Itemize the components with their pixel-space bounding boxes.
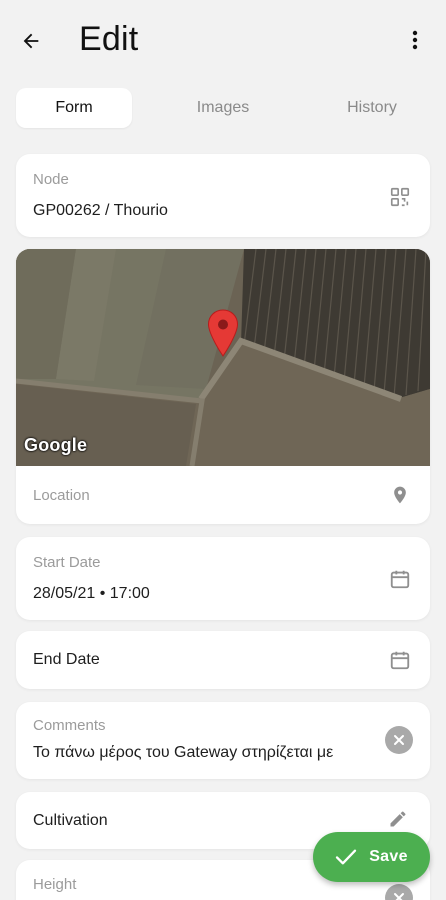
edit-pencil-icon[interactable] xyxy=(386,807,410,831)
clear-comments-button[interactable] xyxy=(385,726,413,754)
arrow-back-icon xyxy=(23,33,39,49)
clear-icon xyxy=(385,884,413,900)
save-label: Save xyxy=(369,848,408,865)
cultivation-label: Cultivation xyxy=(33,812,108,829)
end-date-label: End Date xyxy=(33,651,100,668)
check-icon xyxy=(336,849,357,865)
save-button[interactable]: Save xyxy=(313,832,430,882)
calendar-icon[interactable] xyxy=(388,648,412,672)
end-date-field[interactable]: End Date xyxy=(16,631,430,689)
clear-icon xyxy=(385,726,413,754)
tab-images[interactable]: Images xyxy=(165,88,281,128)
comments-value: Το πάνω μέρος του Gateway στηρίζεται με xyxy=(33,744,334,761)
calendar-icon[interactable] xyxy=(388,567,412,591)
clear-height-button[interactable] xyxy=(385,884,413,900)
node-value: GP00262 / Thourio xyxy=(33,202,168,219)
location-card: Google Location xyxy=(16,249,430,524)
back-button[interactable] xyxy=(16,26,46,56)
location-label: Location xyxy=(33,487,90,504)
more-options-button[interactable] xyxy=(403,27,427,53)
comments-label: Comments xyxy=(33,717,106,734)
page-title: Edit xyxy=(79,20,139,58)
map-pin-icon[interactable] xyxy=(207,309,239,357)
node-label: Node xyxy=(33,171,69,188)
node-field[interactable]: Node GP00262 / Thourio xyxy=(16,154,430,237)
app-bar: Edit xyxy=(0,0,446,82)
comments-field[interactable]: Comments Το πάνω μέρος του Gateway στηρί… xyxy=(16,702,430,779)
google-attribution: Google xyxy=(24,435,88,455)
satellite-map[interactable]: Google xyxy=(16,249,430,466)
more-vert-icon xyxy=(412,30,418,50)
tab-history[interactable]: History xyxy=(314,88,430,128)
qr-code-icon[interactable] xyxy=(388,185,412,209)
start-date-label: Start Date xyxy=(33,554,101,571)
start-date-value: 28/05/21 • 17:00 xyxy=(33,585,150,602)
height-label: Height xyxy=(33,876,77,893)
tab-form[interactable]: Form xyxy=(16,88,132,128)
location-pin-icon[interactable] xyxy=(388,483,412,507)
tab-bar: Form Images History xyxy=(16,88,430,128)
start-date-field[interactable]: Start Date 28/05/21 • 17:00 xyxy=(16,537,430,620)
